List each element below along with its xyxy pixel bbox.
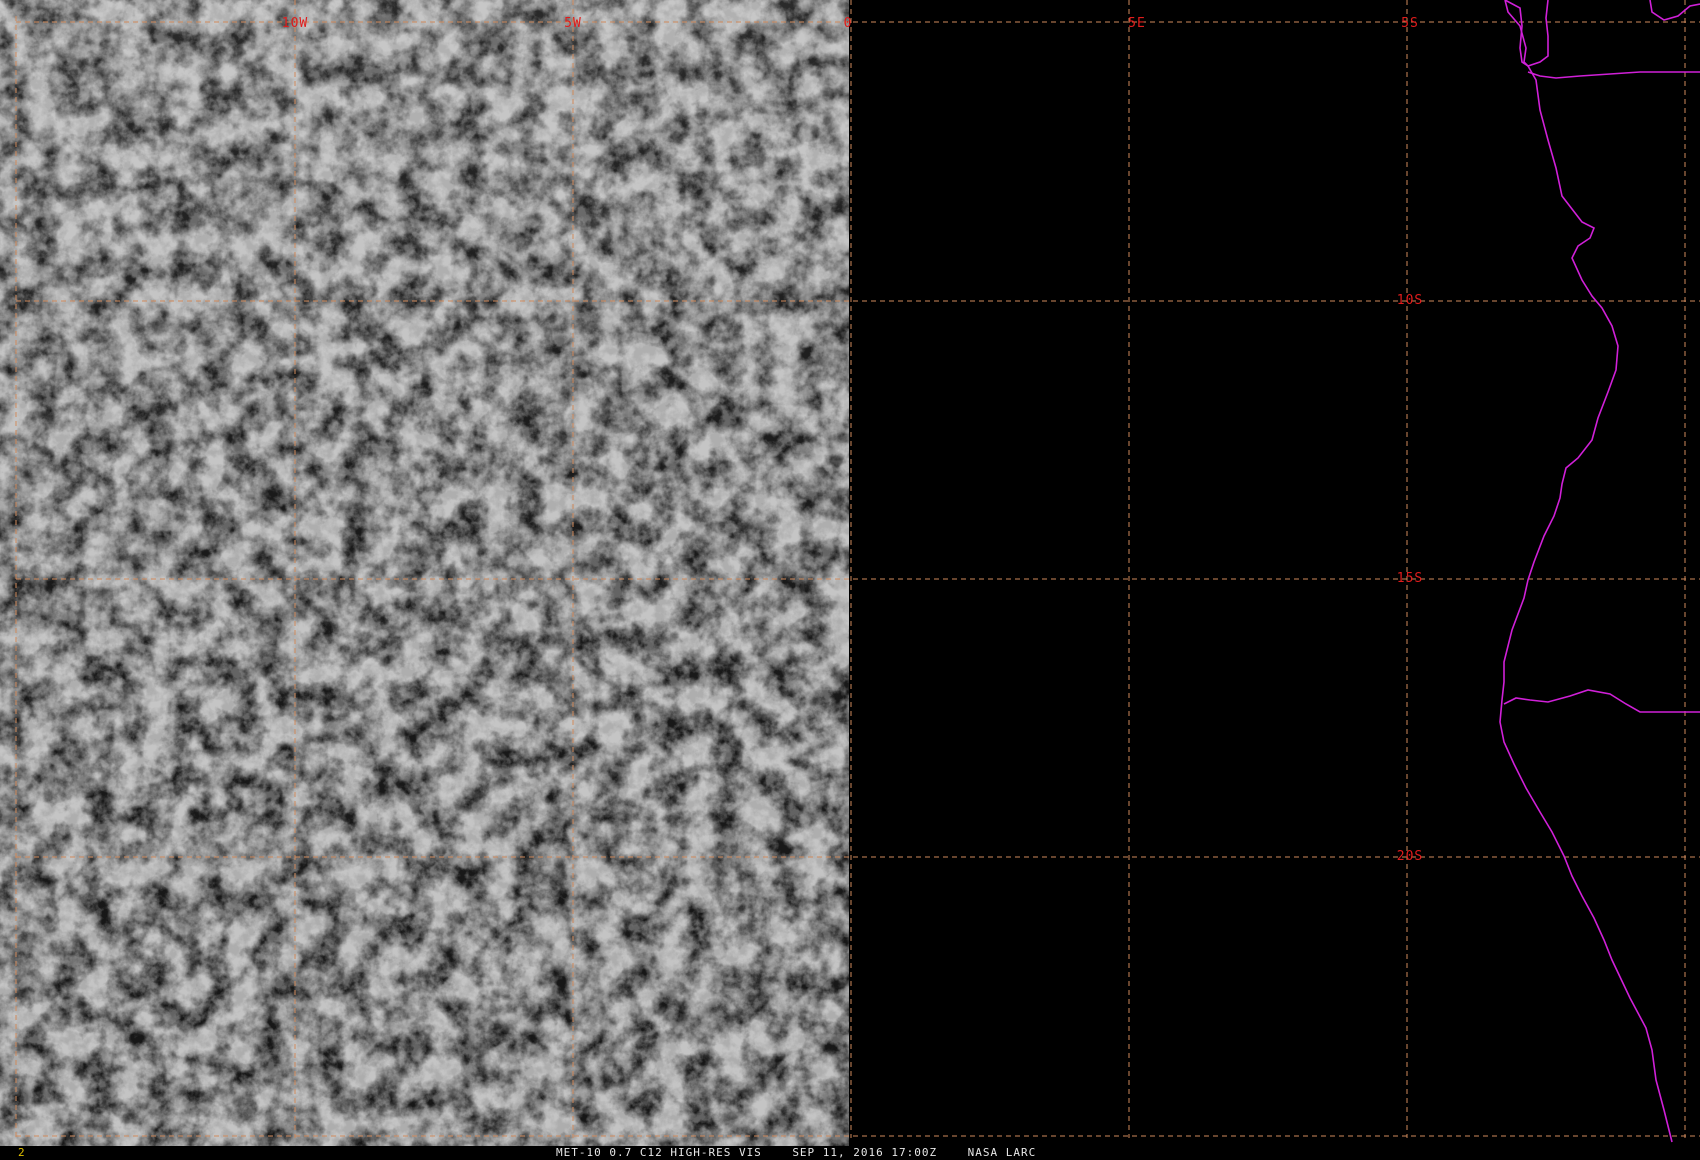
product-label: MET-10 0.7 C12 HIGH-RES VIS [556, 1146, 762, 1159]
longitude-label: 0 [844, 16, 853, 31]
africa-coastline [1499, 0, 1673, 1143]
cabinda-enclave [1504, 0, 1549, 67]
latitude-label: 5S [1401, 16, 1419, 31]
map-canvas: 10W 5W 0 5E 5S 10S 15S 20S [0, 0, 1700, 1146]
cloud-detail [0, 0, 849, 1146]
satellite-map: 10W 5W 0 5E 5S 10S 15S 20S 2 MET-10 0.7 C12 HIG… [0, 0, 1700, 1160]
longitude-label: 10W [282, 16, 308, 31]
angola-north-border [1527, 71, 1700, 79]
namibia-border [1503, 689, 1700, 713]
latitude-label: 20S [1397, 849, 1423, 864]
latitude-label: 15S [1397, 571, 1423, 586]
visible-imagery-layer [0, 0, 849, 1146]
longitude-label: 5E [1128, 16, 1146, 31]
top-right-border [1649, 0, 1700, 21]
latitude-label: 10S [1397, 293, 1423, 308]
longitude-label: 5W [564, 16, 582, 31]
credit-label: NASA LARC [967, 1146, 1037, 1159]
coastline-layer [1499, 0, 1700, 1143]
frame-number: 2 [18, 1146, 25, 1159]
timestamp-label: SEP 11, 2016 17:00Z [792, 1146, 938, 1159]
image-caption: MET-10 0.7 C12 HIGH-RES VIS SEP 11, 2016… [556, 1146, 1036, 1160]
